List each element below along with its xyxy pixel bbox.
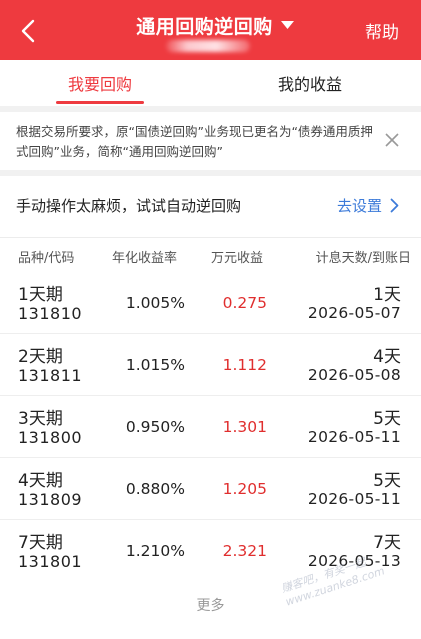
profit-per-10k: 1.205 [222,480,267,498]
chevron-right-icon [390,198,399,213]
interest-days: 5天 [373,471,401,491]
tab-active-indicator [56,101,144,104]
back-button[interactable] [12,14,44,48]
profit-per-10k: 2.321 [222,542,267,560]
interest-days: 5天 [373,409,401,429]
close-icon[interactable] [383,131,401,149]
table-row[interactable]: 4天期 131809 0.880% 1.205 5天 2026-05-11 [0,458,421,520]
auto-repo-text: 手动操作太麻烦，试试自动逆回购 [16,197,242,215]
arrival-date: 2026-05-11 [307,428,401,446]
page-title: 通用回购逆回购 [136,15,273,38]
header-annual-rate: 年化收益率 [112,251,178,266]
header-days-date: 计息天数/到账日 [315,251,411,266]
caret-down-icon [280,20,294,30]
interest-days: 4天 [373,347,401,367]
chevron-left-icon [21,19,35,43]
tab-my-earnings[interactable]: 我的收益 [225,60,395,106]
arrival-date: 2026-05-11 [307,490,401,508]
auto-repo-bar: 手动操作太麻烦，试试自动逆回购 去设置 [0,176,421,238]
profit-per-10k: 0.275 [222,294,267,312]
arrival-date: 2026-05-08 [307,366,401,384]
more-button[interactable]: 更多 [0,595,421,625]
help-button[interactable]: 帮助 [365,18,399,43]
go-settings-label: 去设置 [336,197,382,215]
table-row[interactable]: 1天期 131810 1.005% 0.275 1天 2026-05-07 [0,272,421,334]
profit-per-10k: 1.112 [222,356,267,374]
tab-repo[interactable]: 我要回购 [15,60,185,106]
arrival-date: 2026-05-07 [307,304,401,322]
go-settings-link[interactable]: 去设置 [337,195,399,216]
interest-days: 1天 [373,285,401,305]
title-dropdown[interactable]: 通用回购逆回购 [120,12,310,38]
notice-text: 根据交易所要求，原“国债逆回购”业务现已更名为“债券通用质押式回购”业务，简称“… [16,124,373,159]
table-header: 品种/代码 年化收益率 万元收益 计息天数/到账日 [0,238,421,272]
tab-bar: 我要回购 我的收益 [0,60,421,106]
header-product: 品种/代码 [18,251,75,266]
top-bar: 通用回购逆回购 帮助 [0,0,421,60]
table-row[interactable]: 2天期 131811 1.015% 1.112 4天 2026-05-08 [0,334,421,396]
table-row[interactable]: 3天期 131800 0.950% 1.301 5天 2026-05-11 [0,396,421,458]
header-profit: 万元收益 [211,251,264,266]
masked-account [166,40,250,52]
profit-per-10k: 1.301 [222,418,267,436]
notice-banner: 根据交易所要求，原“国债逆回购”业务现已更名为“债券通用质押式回购”业务，简称“… [0,112,421,170]
